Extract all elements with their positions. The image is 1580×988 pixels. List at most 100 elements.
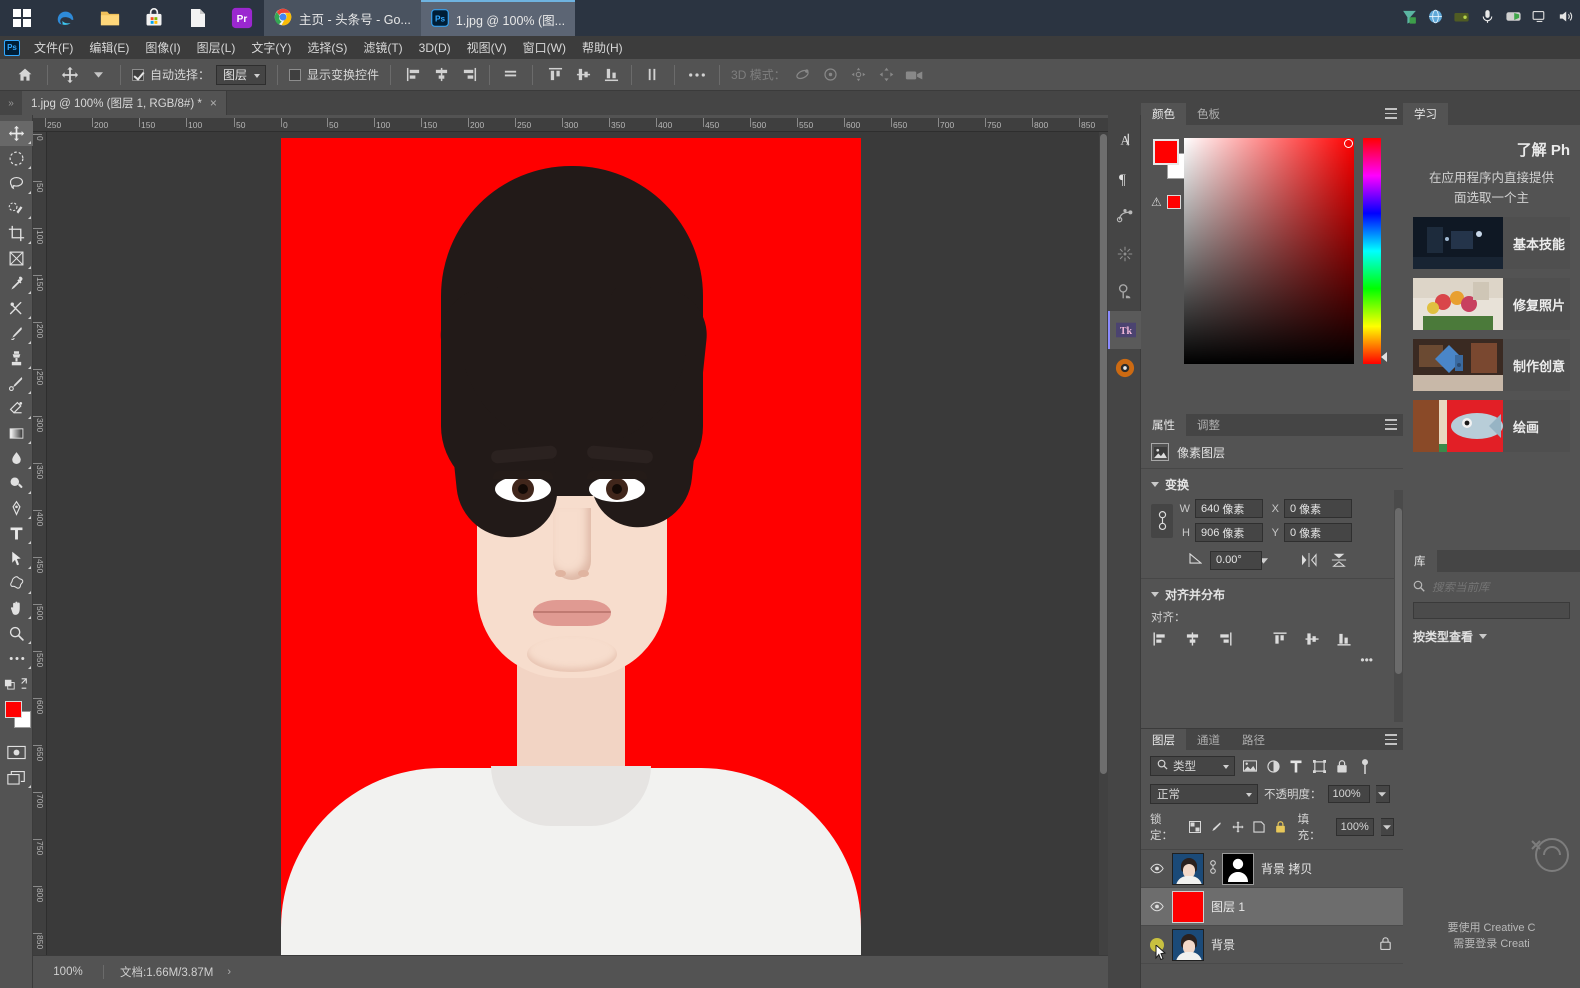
- menu-file[interactable]: 文件(F): [26, 36, 81, 59]
- tab-learn[interactable]: 学习: [1403, 103, 1448, 125]
- layer-thumbnail[interactable]: [1172, 852, 1204, 885]
- premiere-pro-icon[interactable]: Pr: [220, 0, 264, 36]
- blur-tool[interactable]: [0, 446, 33, 471]
- screen-mode-toggle[interactable]: [0, 765, 33, 790]
- flip-horizontal-icon[interactable]: [1298, 550, 1320, 570]
- layer-thumbnail[interactable]: [1172, 928, 1204, 961]
- taskbar-chrome-window[interactable]: 主页 - 头条号 - Go...: [264, 0, 421, 36]
- align-top-icon[interactable]: [544, 64, 566, 86]
- layer-row-background[interactable]: 背景: [1141, 926, 1403, 964]
- menu-select[interactable]: 选择(S): [299, 36, 355, 59]
- home-icon[interactable]: [14, 64, 36, 86]
- align-bottom-icon[interactable]: [600, 64, 622, 86]
- align-right-icon[interactable]: [458, 64, 480, 86]
- shape-filter-icon[interactable]: [1311, 758, 1327, 774]
- align-middle-v-icon[interactable]: [572, 64, 594, 86]
- blend-mode-dropdown[interactable]: 正常: [1150, 784, 1258, 804]
- hand-tool[interactable]: [0, 596, 33, 621]
- type-tool[interactable]: [0, 521, 33, 546]
- lock-transparent-icon[interactable]: [1188, 819, 1202, 835]
- panel-menu-icon[interactable]: [1385, 734, 1397, 748]
- library-search-input[interactable]: [1432, 581, 1552, 594]
- gradient-tool[interactable]: [0, 421, 33, 446]
- layer-visibility-toggle[interactable]: [1149, 861, 1165, 877]
- tab-adjustments[interactable]: 调整: [1186, 414, 1231, 436]
- auto-select-scope-dropdown[interactable]: 图层: [216, 64, 267, 85]
- wallet-icon[interactable]: [1453, 8, 1470, 28]
- layer-name[interactable]: 图层 1: [1211, 898, 1245, 915]
- display-icon[interactable]: [1531, 8, 1548, 28]
- move-tool[interactable]: [0, 121, 33, 146]
- move-tool-icon[interactable]: [59, 64, 81, 86]
- status-expand-icon[interactable]: ›: [213, 966, 231, 978]
- align-left-icon[interactable]: [1151, 631, 1169, 647]
- align-top-icon[interactable]: [1271, 631, 1289, 647]
- hue-slider[interactable]: [1363, 138, 1387, 364]
- crop-tool[interactable]: [0, 221, 33, 246]
- panel-menu-icon[interactable]: [1385, 108, 1397, 122]
- brush-settings-icon[interactable]: [1108, 235, 1141, 273]
- layer-mask-thumbnail[interactable]: [1222, 852, 1254, 885]
- layer-filter-type-dropdown[interactable]: 类型: [1150, 756, 1235, 776]
- microsoft-store-icon[interactable]: [132, 0, 176, 36]
- globe-icon[interactable]: [1427, 8, 1444, 28]
- layer-name[interactable]: 背景: [1211, 936, 1235, 953]
- history-brush-tool[interactable]: [0, 371, 33, 396]
- quick-selection-tool[interactable]: [0, 196, 33, 221]
- filter-toggle-icon[interactable]: [1357, 758, 1373, 774]
- show-transform-controls-checkbox[interactable]: [289, 68, 302, 81]
- align-more-options[interactable]: •••: [1141, 653, 1403, 667]
- more-options-ellipsis-icon[interactable]: [686, 64, 708, 86]
- layer-visibility-toggle[interactable]: [1149, 937, 1167, 960]
- menu-window[interactable]: 窗口(W): [515, 36, 574, 59]
- layer-link-icon[interactable]: [1209, 859, 1217, 878]
- align-middle-v-icon[interactable]: [1303, 631, 1321, 647]
- tab-color[interactable]: 颜色: [1141, 103, 1186, 125]
- layer-name[interactable]: 背景 拷贝: [1261, 860, 1312, 877]
- smart-object-filter-icon[interactable]: [1334, 758, 1350, 774]
- height-input[interactable]: 906 像素: [1195, 523, 1263, 542]
- lock-artboard-icon[interactable]: [1252, 819, 1266, 835]
- document-tab[interactable]: 1.jpg @ 100% (图层 1, RGB/8#) * ×: [22, 91, 227, 115]
- properties-scrollbar[interactable]: [1394, 490, 1403, 722]
- quick-mask-toggle[interactable]: [0, 740, 33, 765]
- flip-vertical-icon[interactable]: [1328, 550, 1350, 570]
- fill-input[interactable]: 100%: [1335, 818, 1375, 836]
- timeline-panel-icon[interactable]: Tk: [1108, 311, 1141, 349]
- layer-visibility-toggle[interactable]: [1149, 899, 1165, 915]
- lock-all-icon[interactable]: [1273, 819, 1287, 835]
- document-canvas[interactable]: [281, 138, 861, 955]
- network-share-icon[interactable]: [1401, 8, 1418, 28]
- align-section-header[interactable]: 对齐并分布: [1141, 578, 1403, 607]
- edge-browser-icon[interactable]: [44, 0, 88, 36]
- collapse-panels-icon[interactable]: »: [0, 91, 22, 115]
- brush-tool[interactable]: [0, 321, 33, 346]
- tab-swatches[interactable]: 色板: [1186, 103, 1231, 125]
- align-center-h-icon[interactable]: [430, 64, 452, 86]
- zoom-tool[interactable]: [0, 621, 33, 646]
- menu-filter[interactable]: 滤镜(T): [355, 36, 410, 59]
- taskbar-photoshop-window[interactable]: Ps 1.jpg @ 100% (图...: [420, 0, 576, 36]
- lock-image-icon[interactable]: [1209, 819, 1223, 835]
- color-swatches[interactable]: [0, 698, 33, 734]
- tab-library[interactable]: 库: [1403, 550, 1437, 572]
- opacity-input[interactable]: 100%: [1327, 785, 1370, 803]
- layer-thumbnail[interactable]: [1172, 890, 1204, 923]
- opacity-stepper-icon[interactable]: [1375, 785, 1390, 803]
- learn-card-retouch[interactable]: 修复照片: [1413, 278, 1570, 330]
- menu-image[interactable]: 图像(I): [137, 36, 188, 59]
- tab-layers[interactable]: 图层: [1141, 729, 1186, 750]
- y-input[interactable]: 0 像素: [1284, 523, 1352, 542]
- gamut-warning-swatch[interactable]: [1167, 195, 1181, 209]
- learn-card-basics[interactable]: 基本技能: [1413, 217, 1570, 269]
- type-filter-icon[interactable]: [1288, 758, 1304, 774]
- eyedropper-tool[interactable]: [0, 271, 33, 296]
- frame-tool[interactable]: [0, 246, 33, 271]
- custom-shape-tool[interactable]: [0, 571, 33, 596]
- more-tools-ellipsis-icon[interactable]: [0, 646, 33, 671]
- color-foreground-swatch[interactable]: [1153, 139, 1179, 165]
- transform-section-header[interactable]: 变换: [1141, 468, 1403, 497]
- dodge-tool[interactable]: [0, 471, 33, 496]
- x-input[interactable]: 0 像素: [1284, 499, 1352, 518]
- link-aspect-ratio-icon[interactable]: [1151, 503, 1173, 538]
